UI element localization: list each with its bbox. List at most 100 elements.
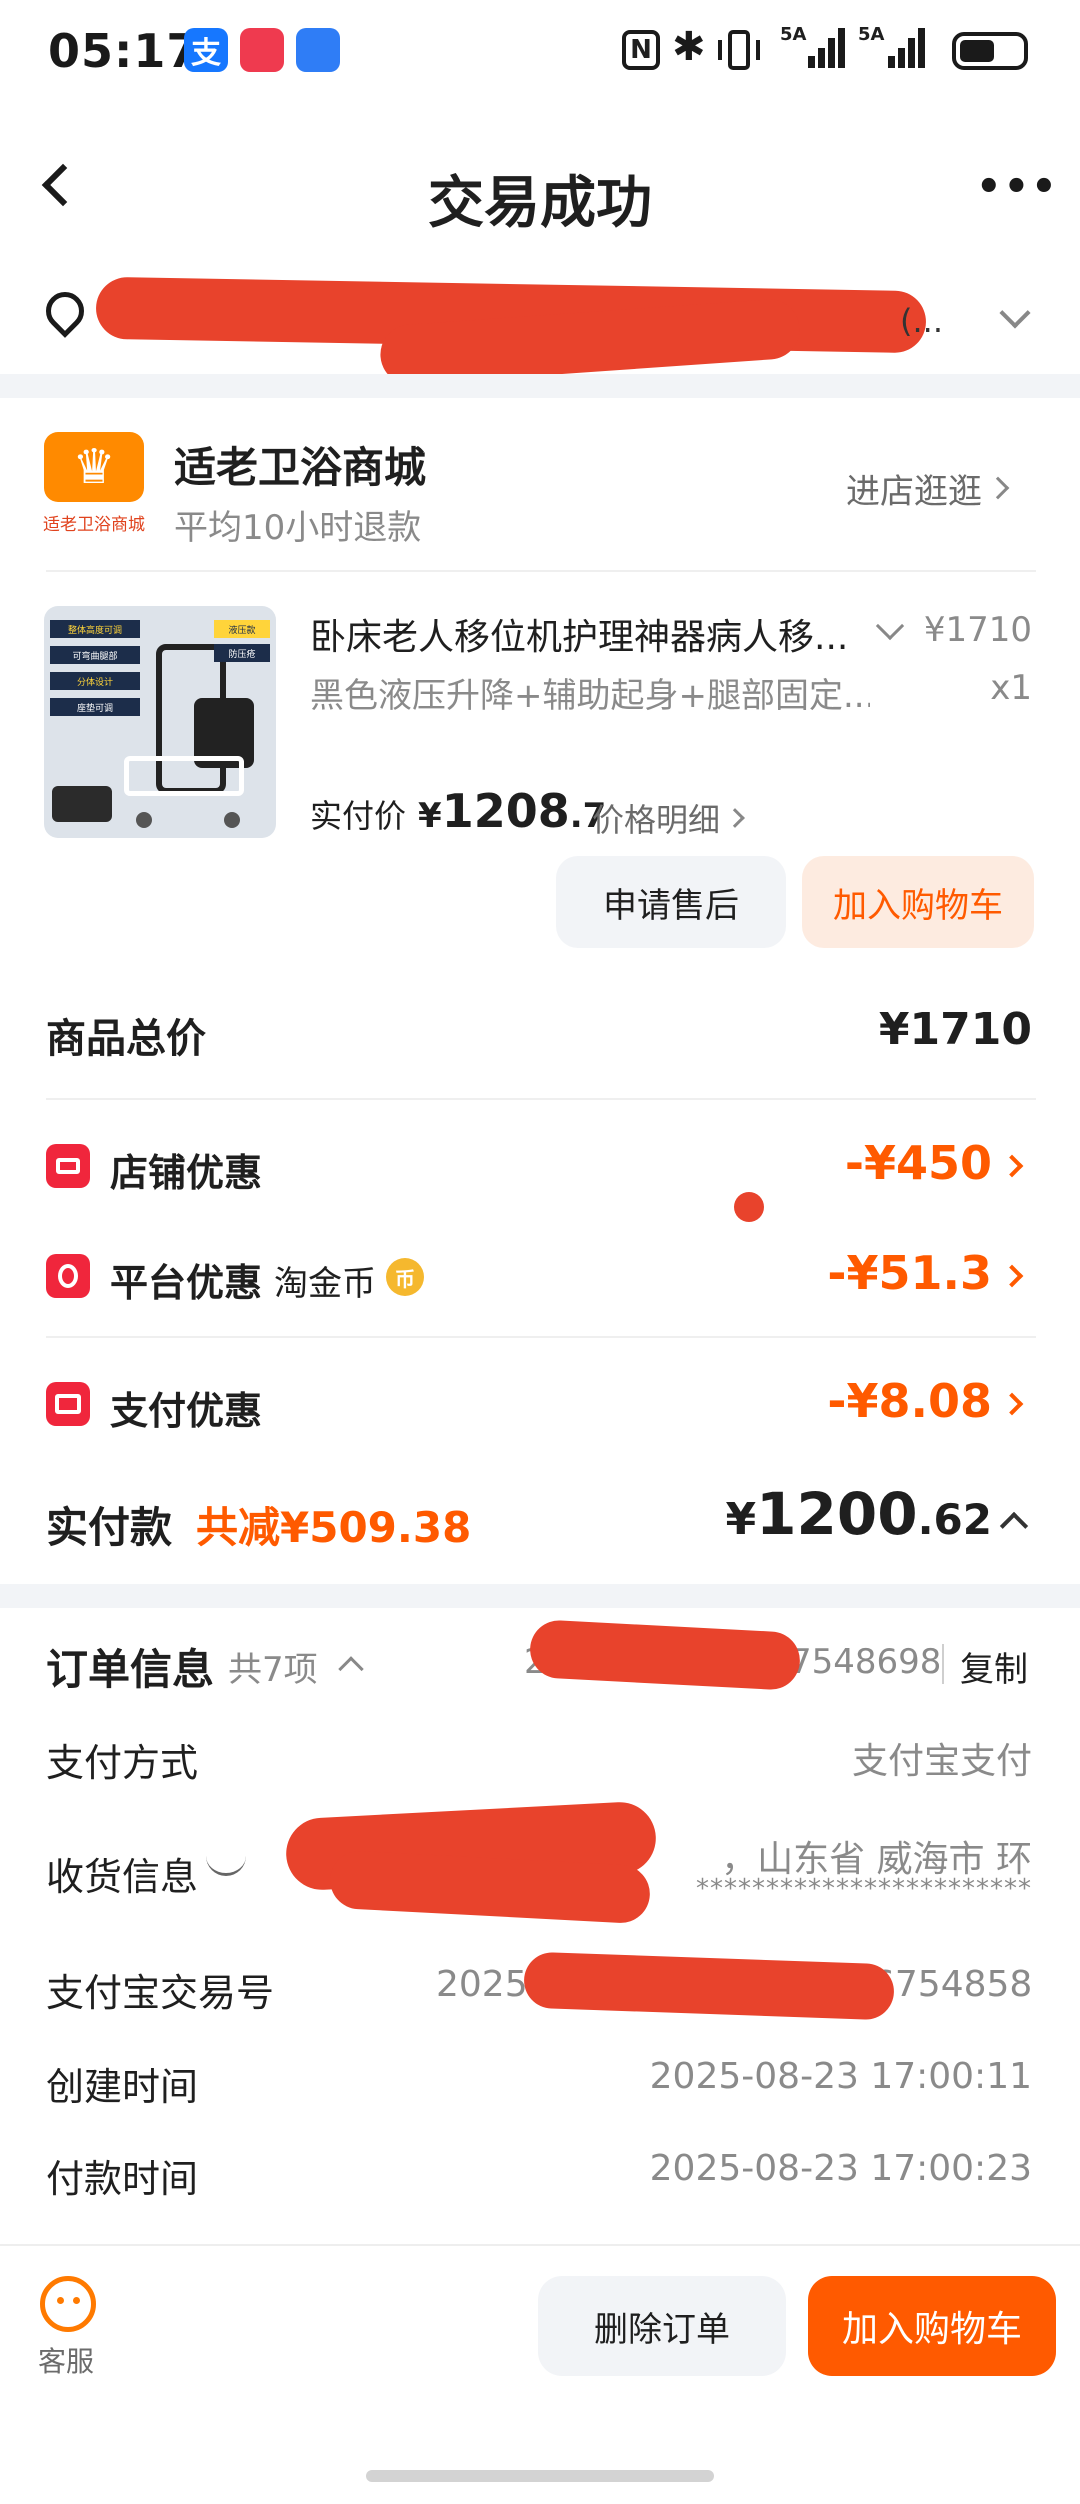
- chevron-down-icon: [999, 297, 1031, 329]
- product-variant: 黑色液压升降+辅助起身+腿部固定...: [310, 676, 870, 716]
- page-title: 交易成功: [428, 171, 652, 236]
- paid-price-currency: ¥: [418, 796, 442, 836]
- signal-icon-1: 5A: [780, 24, 846, 72]
- messages-icon: [296, 28, 340, 72]
- pay-discount-row[interactable]: 支付优惠 -¥8.08: [0, 1364, 1080, 1444]
- product-title[interactable]: 卧床老人移位机护理神器病人移...: [310, 608, 870, 660]
- shop-name[interactable]: 适老卫浴商城: [174, 434, 426, 495]
- section-divider: [0, 1584, 1080, 1608]
- paid-total-value: ¥ 1200 .62: [640, 1480, 992, 1560]
- taojinbi-coin-icon: 币: [386, 1258, 424, 1296]
- location-pin-icon: [38, 284, 92, 338]
- alipay-trade-no-label: 支付宝交易号: [46, 1971, 275, 2015]
- paid-time-value: 2025-08-23 17:00:23: [649, 2148, 1032, 2189]
- service-mascot-icon: [40, 2276, 96, 2332]
- created-time-label: 创建时间: [46, 2065, 199, 2109]
- crown-icon: ♛: [72, 439, 116, 495]
- divider: [46, 1098, 1036, 1100]
- shop-discount-value: -¥450: [844, 1136, 992, 1190]
- decorative-dot: [734, 1192, 764, 1222]
- visit-shop-label: 进店逛逛: [846, 471, 982, 512]
- nfc-icon: N: [622, 30, 660, 70]
- add-to-cart-item-label: 加入购物车: [833, 885, 1003, 926]
- divider: [46, 1336, 1036, 1338]
- platform-discount-value: -¥51.3: [827, 1246, 992, 1300]
- delete-order-button[interactable]: 删除订单: [538, 2276, 786, 2376]
- alipay-trade-no-end: 6754858: [872, 1964, 1033, 2005]
- shop-logo[interactable]: ♛ 适老卫浴商城: [43, 432, 145, 536]
- after-sale-button[interactable]: 申请售后: [556, 856, 786, 948]
- divider: [942, 1644, 944, 1684]
- paid-total-row[interactable]: 实付款 共减¥509.38 ¥ 1200 .62: [0, 1480, 1080, 1570]
- customer-service-label: 客服: [38, 2345, 95, 2378]
- paid-total-label: 实付款: [46, 1503, 173, 1552]
- created-time-value: 2025-08-23 17:00:11: [649, 2056, 1032, 2097]
- platform-discount-row[interactable]: 平台优惠 淘金币 币 -¥51.3: [0, 1236, 1080, 1316]
- signal-icon-2: 5A: [858, 24, 938, 72]
- paid-total-int: 1200: [756, 1480, 918, 1548]
- platform-tag: 淘金币: [274, 1264, 376, 1304]
- shop-discount-label: 店铺优惠: [110, 1151, 263, 1195]
- thumb-tag-6: 防压疮: [214, 644, 270, 662]
- thumb-tag-3: 分体设计: [50, 672, 140, 690]
- customer-service-button[interactable]: 客服: [30, 2270, 110, 2380]
- add-to-cart-button[interactable]: 加入购物车: [808, 2276, 1056, 2376]
- bluetooth-icon: ✱: [672, 24, 706, 70]
- chevron-down-icon[interactable]: [875, 611, 905, 641]
- product-quantity: x1: [990, 668, 1032, 708]
- platform-discount-label: 平台优惠: [110, 1261, 263, 1305]
- chevron-up-icon[interactable]: [338, 1656, 364, 1682]
- vibrate-icon: [718, 30, 762, 70]
- payment-method-value: 支付宝支付: [851, 1741, 1032, 1782]
- saved-amount: 共减¥509.38: [196, 1503, 472, 1552]
- total-value: ¥1710: [878, 1004, 1032, 1055]
- after-sale-label: 申请售后: [603, 885, 739, 926]
- visit-shop-link[interactable]: 进店逛逛: [846, 466, 1010, 512]
- shop-discount-icon: [46, 1144, 90, 1188]
- product-paid-price: 实付价 ¥ 1208 .7: [310, 784, 606, 840]
- add-to-cart-label: 加入购物车: [841, 2309, 1022, 2350]
- chevron-right-icon: [986, 476, 1010, 500]
- payment-method-label: 支付方式: [46, 1741, 199, 1785]
- battery-icon: [952, 32, 1028, 70]
- product-price: ¥1710: [923, 610, 1032, 650]
- shop-subtitle: 平均10小时退款: [174, 508, 422, 548]
- paid-total-currency: ¥: [725, 1494, 757, 1545]
- address-tail: (...: [900, 302, 943, 340]
- pay-discount-icon: [46, 1382, 90, 1426]
- order-info-title: 订单信息: [46, 1645, 215, 1694]
- status-time: 05:17: [48, 24, 200, 78]
- product-thumbnail[interactable]: 整体高度可调 可弯曲腿部 分体设计 座垫可调 液压款 防压疮: [44, 606, 276, 838]
- shop-discount-row[interactable]: 店铺优惠 -¥450: [0, 1126, 1080, 1206]
- price-detail-link[interactable]: 价格明细: [592, 796, 745, 840]
- pay-discount-label: 支付优惠: [110, 1389, 263, 1433]
- price-detail-label: 价格明细: [592, 801, 721, 839]
- alipay-trade-no-start: 2025: [436, 1964, 528, 2005]
- chevron-right-icon: [1000, 1392, 1024, 1416]
- more-icon[interactable]: •••: [976, 164, 1059, 210]
- order-info-count[interactable]: 共7项: [228, 1642, 318, 1691]
- thumb-tag-1: 整体高度可调: [50, 620, 140, 638]
- redacted-trade-no: [523, 1951, 895, 2021]
- section-divider: [0, 374, 1080, 398]
- home-indicator: [366, 2470, 714, 2482]
- paid-time-label: 付款时间: [46, 2157, 199, 2201]
- copy-button[interactable]: 复制: [960, 1642, 1028, 1691]
- chevron-up-icon: [999, 1511, 1029, 1541]
- thumb-tag-4: 座垫可调: [50, 698, 140, 716]
- pay-discount-value: -¥8.08: [827, 1374, 992, 1428]
- paid-total-dec: .62: [917, 1495, 992, 1544]
- add-to-cart-item-button[interactable]: 加入购物车: [802, 856, 1034, 948]
- eye-closed-icon[interactable]: [206, 1856, 246, 1876]
- thumb-tag-2: 可弯曲腿部: [50, 646, 140, 664]
- delete-order-label: 删除订单: [594, 2309, 730, 2350]
- divider: [46, 570, 1036, 572]
- shipping-info-label: 收货信息: [46, 1855, 199, 1899]
- order-number-end: 7548698: [790, 1642, 942, 1682]
- total-label: 商品总价: [46, 1016, 206, 1062]
- chevron-right-icon: [725, 808, 745, 828]
- shop-logo-caption: 适老卫浴商城: [43, 515, 145, 535]
- address-row[interactable]: (...: [0, 262, 1080, 387]
- redacted-order-number: [528, 1618, 802, 1692]
- thumb-tag-5: 液压款: [214, 620, 270, 638]
